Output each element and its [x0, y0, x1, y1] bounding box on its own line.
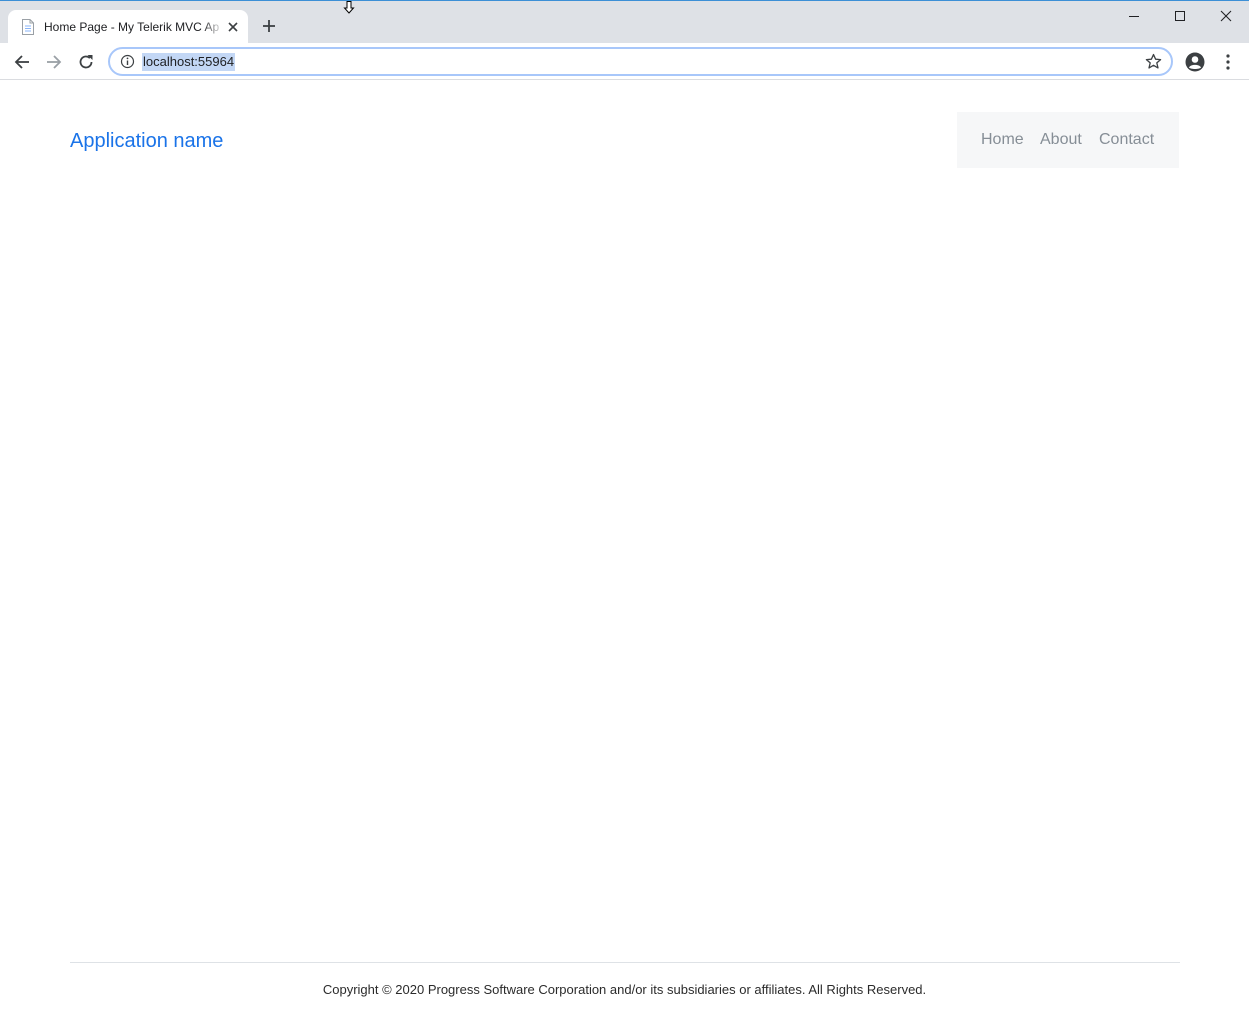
maximize-icon[interactable] [1157, 1, 1203, 31]
nav-link-home[interactable]: Home [981, 131, 1024, 149]
info-icon[interactable] [120, 54, 135, 69]
main-nav: Home About Contact [957, 112, 1179, 168]
nav-link-about[interactable]: About [1040, 131, 1082, 149]
browser-toolbar: localhost:55964 [0, 43, 1249, 80]
app-brand-link[interactable]: Application name [70, 129, 223, 153]
url-text[interactable]: localhost:55964 [142, 53, 236, 71]
mouse-cursor-icon [343, 1, 355, 16]
close-icon[interactable] [226, 20, 240, 34]
star-icon[interactable] [1145, 53, 1162, 70]
reload-icon[interactable] [75, 51, 97, 73]
account-icon[interactable] [1184, 51, 1206, 73]
plus-icon[interactable] [261, 18, 277, 34]
minimize-icon[interactable] [1111, 1, 1157, 31]
arrow-left-icon[interactable] [11, 51, 33, 73]
footer-divider [70, 962, 1180, 963]
nav-link-contact[interactable]: Contact [1099, 131, 1154, 149]
page-icon [21, 19, 35, 35]
kebab-menu-icon[interactable] [1217, 51, 1239, 73]
arrow-right-icon[interactable] [43, 51, 65, 73]
footer-copyright: Copyright © 2020 Progress Software Corpo… [322, 982, 927, 997]
tab-title: Home Page - My Telerik MVC Ap [44, 19, 224, 35]
address-bar[interactable]: localhost:55964 [108, 47, 1173, 76]
close-window-icon[interactable] [1203, 1, 1249, 31]
tab-strip: Home Page - My Telerik MVC Ap [0, 0, 1249, 44]
browser-tab[interactable]: Home Page - My Telerik MVC Ap [8, 10, 248, 44]
